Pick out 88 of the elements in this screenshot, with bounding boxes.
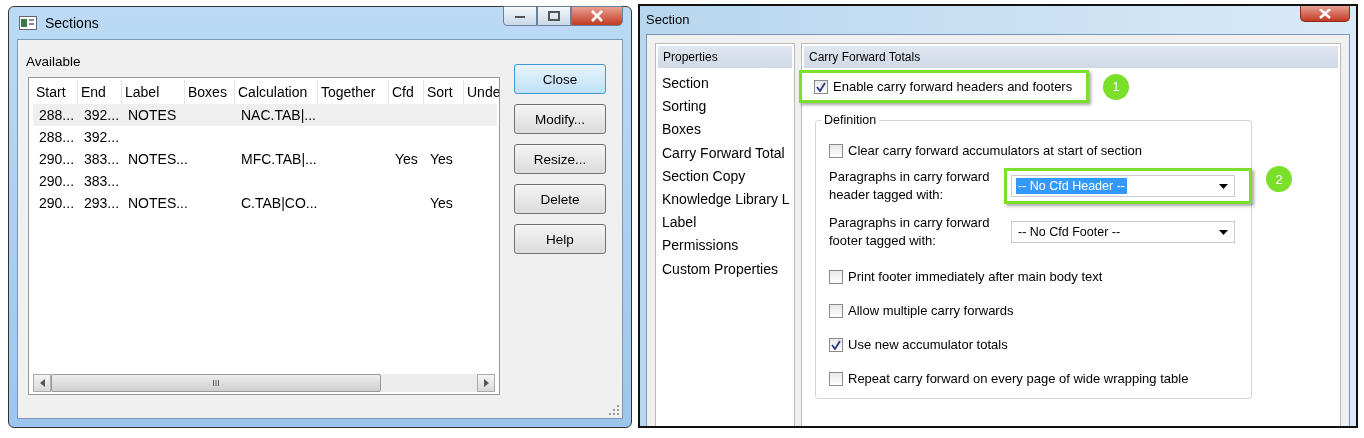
minimize-button[interactable]	[503, 6, 537, 26]
checkbox-label: Use new accumulator totals	[848, 337, 1008, 352]
caret-icon	[1219, 183, 1228, 189]
dialog-button[interactable]: Delete	[514, 184, 606, 214]
table-row[interactable]: 290... 293... NOTES... C.TAB|CO... Yes	[33, 192, 497, 214]
checkbox[interactable]: Use new accumulator totals	[829, 337, 1251, 352]
left-arrow-icon	[39, 379, 45, 387]
table-cell: Yes	[395, 151, 418, 167]
grip-text: III	[212, 378, 220, 388]
checkbox-label: Print footer immediately after main body text	[848, 269, 1103, 284]
table-cell: MFC.TAB|...	[241, 151, 317, 167]
close-icon	[590, 10, 604, 22]
checkbox-box[interactable]	[829, 303, 843, 318]
dropdown-value: -- No Cfd Header --	[1016, 178, 1127, 194]
close-button[interactable]	[1300, 6, 1350, 22]
panel-header: Properties	[658, 46, 792, 68]
table-cell: Yes	[430, 195, 453, 211]
callout-badge: 1	[1103, 73, 1130, 100]
nav-item[interactable]: Section Copy	[656, 164, 794, 188]
scroll-right-button[interactable]	[477, 374, 495, 392]
close-icon	[1318, 8, 1332, 19]
table-cell: 288...	[39, 129, 75, 145]
checkbox-box[interactable]	[829, 337, 843, 352]
table-cell: NAC.TAB|...	[241, 107, 316, 123]
checkbox-box[interactable]	[829, 269, 843, 284]
table-cell: 290...	[39, 195, 75, 211]
panel-header: Carry Forward Totals	[804, 46, 1338, 68]
table-cell: NOTES...	[128, 151, 188, 167]
close-button[interactable]	[571, 6, 623, 26]
nav-item[interactable]: Custom Properties	[656, 257, 794, 281]
field-label: Paragraphs in carry forward header tagged with:	[829, 168, 991, 204]
table-cell: Yes	[430, 151, 453, 167]
scrollbar-thumb[interactable]: III	[51, 374, 381, 392]
window-title: Sections	[45, 15, 99, 31]
nav-item[interactable]: Sorting	[656, 95, 794, 119]
checkbox-box[interactable]	[829, 371, 843, 386]
nav-item[interactable]: Label	[656, 211, 794, 235]
nav-item[interactable]: Section	[656, 72, 794, 96]
table-cell: 383...	[84, 151, 120, 167]
checkbox[interactable]: Repeat carry forward on every page of wide wrapping table	[829, 371, 1251, 386]
dialog-button[interactable]: Close	[514, 64, 606, 94]
dialog-button[interactable]: Modify...	[514, 104, 606, 134]
check-icon	[831, 339, 841, 350]
table-row[interactable]: 290... 383...	[33, 170, 497, 192]
dropdown-value: -- No Cfd Footer --	[1017, 224, 1122, 240]
table-cell: C.TAB|CO...	[241, 195, 318, 211]
nav-item[interactable]: Boxes	[656, 118, 794, 142]
checkbox[interactable]: Print footer immediately after main body text	[829, 269, 1251, 284]
checkbox-label: Repeat carry forward on every page of wide wrapping table	[848, 371, 1189, 386]
checkbox-box[interactable]	[829, 143, 843, 158]
table-row[interactable]: 288... 392... NOTES NAC.TAB|...	[33, 104, 497, 126]
table-row[interactable]: 288... 392...	[33, 126, 497, 148]
dialog-button[interactable]: Help	[514, 224, 606, 254]
minimize-icon	[514, 13, 526, 19]
table-cell: 290...	[39, 173, 75, 189]
checkbox-box[interactable]	[814, 79, 828, 94]
group-legend: Definition	[821, 113, 880, 127]
dialog-button[interactable]: Resize...	[514, 144, 606, 174]
table-cell: 293...	[84, 195, 120, 211]
nav-item[interactable]: Permissions	[656, 234, 794, 258]
table-cell: 392...	[84, 107, 120, 123]
table-cell: 290...	[39, 151, 75, 167]
table-cell: 383...	[84, 173, 120, 189]
resize-grip-icon	[609, 405, 619, 415]
caret-icon	[1219, 229, 1228, 235]
right-arrow-icon	[483, 379, 489, 387]
checkbox-label: Clear carry forward accumulators at start of section	[848, 143, 1143, 158]
table-cell: NOTES...	[128, 195, 188, 211]
table-cell: NOTES	[128, 107, 177, 123]
checkbox[interactable]: Clear carry forward accumulators at start of section	[829, 143, 1251, 158]
callout-badge: 2	[1266, 166, 1292, 192]
checkbox[interactable]: Allow multiple carry forwards	[829, 303, 1251, 318]
check-icon	[816, 81, 826, 92]
window-title: Section	[646, 12, 690, 27]
table-cell: 288...	[39, 107, 75, 123]
nav-item[interactable]: Carry Forward Total	[656, 141, 794, 165]
table-row[interactable]: 290... 383... NOTES... MFC.TAB|... Yes Yes	[33, 148, 497, 170]
maximize-button[interactable]	[537, 6, 571, 26]
field-label: Paragraphs in carry forward footer tagged with:	[829, 214, 991, 250]
horizontal-scrollbar[interactable]: III	[33, 374, 495, 392]
maximize-icon	[548, 11, 560, 21]
window-icon	[19, 16, 37, 30]
section-label: Available	[26, 54, 82, 69]
table-cell: 392...	[84, 129, 120, 145]
dropdown[interactable]: -- No Cfd Footer --	[1011, 221, 1235, 243]
nav-item[interactable]: Knowledge Library L	[656, 188, 794, 212]
checkbox-label: Allow multiple carry forwards	[848, 303, 1014, 318]
scroll-left-button[interactable]	[33, 374, 51, 392]
